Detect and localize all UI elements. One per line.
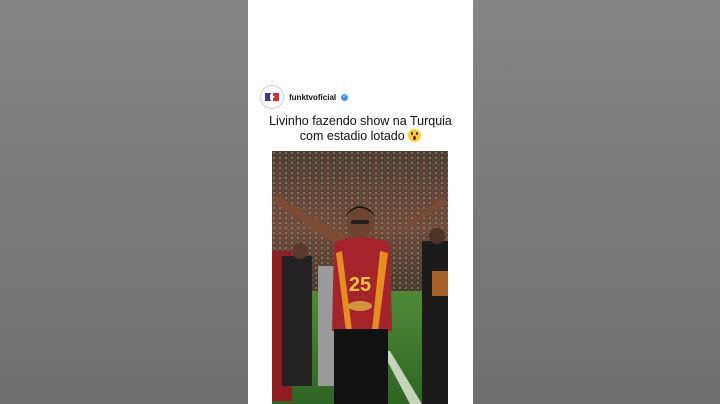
stadium-performance-image: 25 [272,151,448,404]
blurred-background-right [473,0,720,404]
username[interactable]: funktvoficial [289,93,336,102]
caption-line-2-wrapper: com estadio lotado [248,129,473,144]
caption-line-1: Livinho fazendo show na Turquia [269,114,452,128]
jersey-number: 25 [349,274,371,296]
video-frame[interactable]: 25 [272,151,448,404]
verified-badge-icon: ✓ [341,93,349,101]
blurred-background-left [0,0,248,404]
face-screaming-in-fear-icon [408,129,422,142]
post-header: funktvoficial ✓ [260,85,349,109]
funktv-logo-icon [262,87,282,107]
post-card: funktvoficial ✓ Livinho fazendo show na … [248,0,473,404]
avatar[interactable] [260,85,284,109]
caption-line-2: com estadio lotado [299,129,405,143]
post-caption: Livinho fazendo show na Turquia com esta… [248,114,473,144]
